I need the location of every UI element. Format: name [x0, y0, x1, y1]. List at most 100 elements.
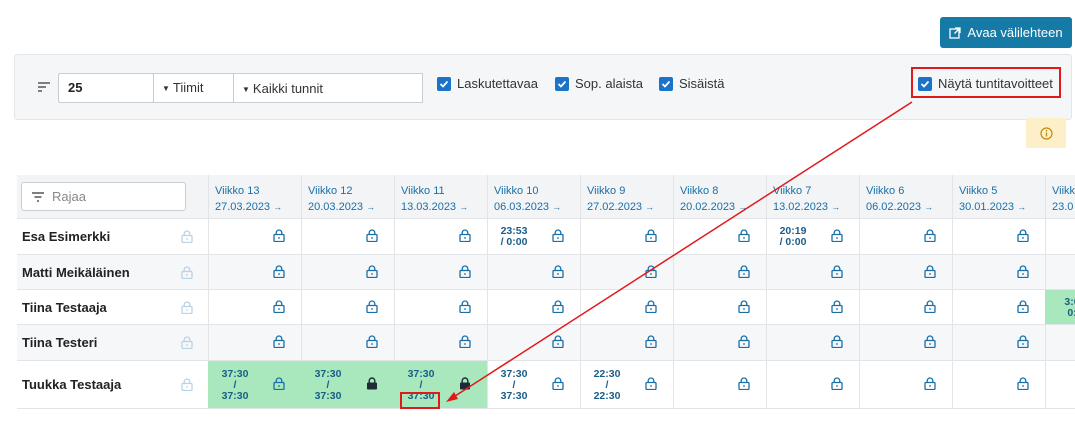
week-header[interactable]: Viikko 10 06.03.2023 → [487, 175, 580, 219]
lock-icon[interactable] [459, 229, 471, 243]
week-cell[interactable] [487, 255, 580, 289]
week-cell[interactable]: 37:30/37:30 [487, 361, 580, 408]
week-cell[interactable] [208, 219, 301, 254]
lock-icon[interactable] [645, 377, 657, 391]
lock-icon[interactable] [924, 335, 936, 349]
week-header[interactable]: Viikko 12 20.03.2023 → [301, 175, 394, 219]
open-in-tab-button[interactable]: Avaa välilehteen [940, 17, 1072, 48]
lock-icon[interactable] [924, 229, 936, 243]
week-cell[interactable] [859, 290, 952, 324]
lock-icon[interactable] [366, 264, 378, 278]
week-cell[interactable] [1045, 361, 1075, 408]
lock-icon[interactable] [273, 229, 285, 243]
week-cell[interactable] [952, 255, 1045, 289]
lock-icon[interactable] [831, 229, 843, 243]
employee-name[interactable]: Matti Meikäläinen [17, 255, 208, 289]
lock-icon[interactable] [273, 335, 285, 349]
week-cell[interactable]: 20:19/ 0:00 [766, 219, 859, 254]
team-select[interactable]: ▼ Tiimit [153, 73, 234, 103]
lock-icon[interactable] [738, 264, 750, 278]
checkbox-check-icon[interactable] [555, 76, 569, 91]
week-header[interactable]: Viikk 23.0 → [1045, 175, 1075, 219]
week-cell[interactable] [859, 361, 952, 408]
lock-icon[interactable] [366, 299, 378, 313]
lock-icon[interactable] [459, 264, 471, 278]
sort-icon[interactable] [37, 81, 51, 93]
lock-icon[interactable] [552, 335, 564, 349]
lock-icon[interactable] [738, 299, 750, 313]
week-cell[interactable] [208, 255, 301, 289]
filter-input[interactable]: Rajaa [21, 182, 186, 211]
lock-icon[interactable] [273, 264, 285, 278]
week-cell[interactable] [580, 219, 673, 254]
week-cell[interactable] [394, 325, 487, 360]
week-header[interactable]: Viikko 5 30.01.2023 → [952, 175, 1045, 219]
week-header[interactable]: Viikko 6 06.02.2023 → [859, 175, 952, 219]
week-cell[interactable] [766, 361, 859, 408]
lock-icon[interactable] [738, 229, 750, 243]
lock-icon[interactable] [273, 299, 285, 313]
week-cell[interactable] [673, 290, 766, 324]
lock-icon[interactable] [181, 230, 193, 244]
week-cell[interactable] [859, 325, 952, 360]
contract-checkbox[interactable]: Sop. alaista [555, 76, 643, 91]
week-cell[interactable] [952, 290, 1045, 324]
week-cell[interactable]: 37:30/37:30 [301, 361, 394, 408]
week-cell[interactable] [766, 325, 859, 360]
hours-select[interactable]: ▼ Kaikki tunnit [233, 73, 423, 103]
lock-icon[interactable] [645, 229, 657, 243]
week-cell[interactable] [859, 219, 952, 254]
week-cell[interactable] [952, 325, 1045, 360]
info-button[interactable] [1026, 118, 1066, 148]
week-cell[interactable] [580, 325, 673, 360]
lock-icon[interactable] [181, 336, 193, 350]
week-cell[interactable] [766, 290, 859, 324]
week-header[interactable]: Viikko 7 13.02.2023 → [766, 175, 859, 219]
week-cell[interactable] [394, 255, 487, 289]
week-cell[interactable] [208, 325, 301, 360]
week-cell[interactable]: 37:30/37:30 [208, 361, 301, 408]
week-cell[interactable] [301, 255, 394, 289]
week-cell[interactable] [580, 290, 673, 324]
checkbox-check-icon[interactable] [659, 76, 673, 91]
lock-icon[interactable] [924, 299, 936, 313]
week-cell[interactable] [1045, 325, 1075, 360]
lock-icon[interactable] [1017, 335, 1029, 349]
internal-checkbox[interactable]: Sisäistä [659, 76, 725, 91]
lock-icon[interactable] [645, 335, 657, 349]
week-cell[interactable] [673, 325, 766, 360]
week-header[interactable]: Viikko 9 27.02.2023 → [580, 175, 673, 219]
lock-icon[interactable] [738, 335, 750, 349]
week-cell[interactable] [394, 219, 487, 254]
billable-checkbox[interactable]: Laskutettavaa [437, 76, 538, 91]
lock-icon[interactable] [831, 335, 843, 349]
lock-icon[interactable] [924, 377, 936, 391]
lock-icon[interactable] [552, 299, 564, 313]
lock-icon[interactable] [738, 377, 750, 391]
lock-icon[interactable] [645, 299, 657, 313]
week-cell[interactable] [580, 255, 673, 289]
lock-icon[interactable] [924, 264, 936, 278]
week-cell[interactable] [766, 255, 859, 289]
lock-icon[interactable] [552, 229, 564, 243]
week-header[interactable]: Viikko 8 20.02.2023 → [673, 175, 766, 219]
lock-icon[interactable] [273, 377, 285, 391]
lock-icon[interactable] [1017, 377, 1029, 391]
week-cell[interactable] [952, 361, 1045, 408]
lock-icon[interactable] [459, 335, 471, 349]
week-cell[interactable]: 22:30/22:30 [580, 361, 673, 408]
lock-icon[interactable] [1017, 229, 1029, 243]
lock-icon[interactable] [1017, 299, 1029, 313]
week-cell[interactable] [301, 290, 394, 324]
lock-icon[interactable] [459, 299, 471, 313]
week-cell[interactable]: 3:00: [1045, 290, 1075, 324]
lock-icon[interactable] [831, 299, 843, 313]
lock-icon[interactable] [366, 229, 378, 243]
week-cell[interactable] [487, 325, 580, 360]
week-cell[interactable] [487, 290, 580, 324]
employee-name[interactable]: Tuukka Testaaja [17, 361, 208, 408]
employee-name[interactable]: Esa Esimerkki [17, 219, 208, 254]
week-cell[interactable] [1045, 255, 1075, 289]
week-cell[interactable] [208, 290, 301, 324]
lock-icon[interactable] [552, 264, 564, 278]
